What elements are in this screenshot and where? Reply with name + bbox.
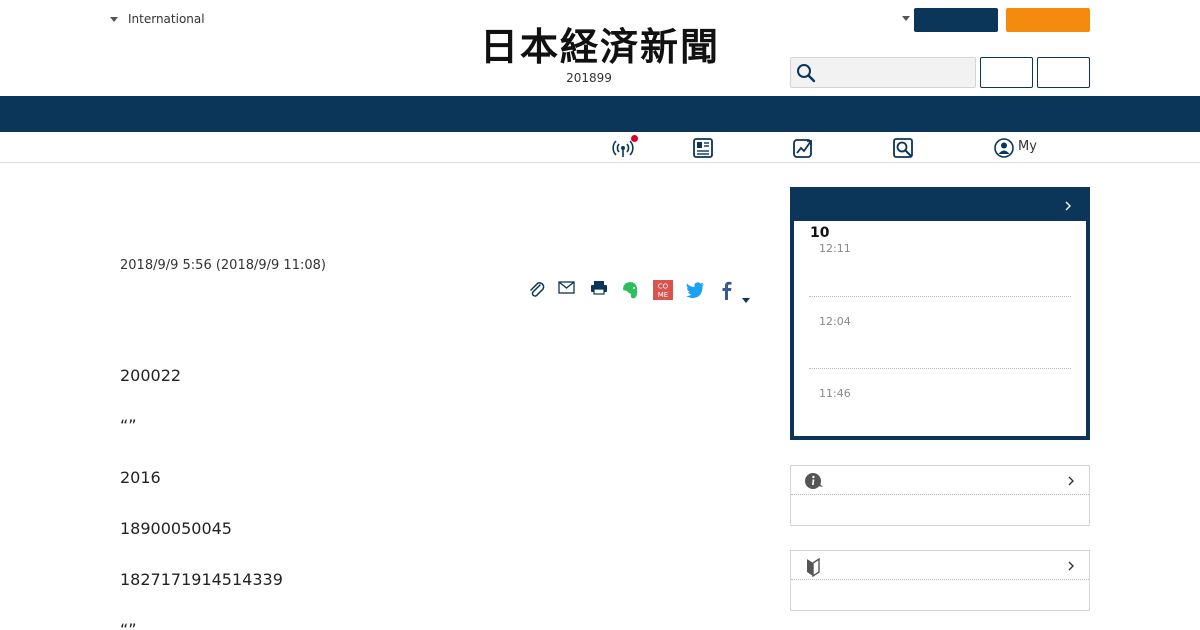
article-paragraph: 200022	[120, 366, 182, 385]
search-icon[interactable]	[892, 137, 914, 159]
user-icon[interactable]	[993, 137, 1015, 159]
news-list-item[interactable]	[809, 369, 1071, 429]
site-logo[interactable]: 日本経済新聞	[450, 26, 750, 68]
article-paragraph: “”	[120, 416, 137, 435]
beginner-guide-panel	[790, 550, 1090, 611]
latest-news-header[interactable]	[794, 191, 1086, 221]
edition-label: International	[128, 12, 205, 26]
evernote-icon[interactable]	[620, 279, 642, 301]
come-icon[interactable]: CO ME	[652, 279, 674, 301]
article-timestamp: 2018/9/9 5:56 (2018/9/9 11:08)	[120, 258, 326, 273]
chevron-down-icon[interactable]	[902, 16, 910, 21]
print-icon[interactable]	[588, 279, 610, 301]
clip-icon[interactable]	[526, 279, 548, 301]
article-paragraph: 2016	[120, 468, 161, 487]
twitter-icon[interactable]	[684, 279, 706, 301]
advanced-search-button[interactable]	[1037, 57, 1090, 88]
site-header: International 日本経済新聞 201899	[0, 0, 1200, 96]
news-list-item[interactable]	[809, 297, 1071, 369]
latest-news-panel: 10 12:11 12:04 11:46	[790, 187, 1090, 440]
mail-icon[interactable]	[556, 279, 578, 301]
beginner-mark-icon	[807, 557, 820, 577]
search-submit-button[interactable]	[980, 57, 1033, 88]
my-page-link[interactable]: My	[1018, 139, 1037, 154]
info-panel-header[interactable]	[791, 466, 1089, 495]
edition-selector[interactable]: International	[110, 12, 205, 26]
chevron-right-icon	[1068, 476, 1074, 486]
facebook-icon[interactable]	[716, 279, 738, 301]
live-broadcast-icon[interactable]	[612, 135, 638, 159]
search-icon	[797, 64, 816, 83]
login-button[interactable]	[914, 8, 998, 32]
info-panel	[790, 465, 1090, 526]
subscribe-button[interactable]	[1006, 8, 1090, 32]
beginner-guide-header[interactable]	[791, 551, 1089, 580]
news-list-item[interactable]	[809, 229, 1071, 297]
chevron-right-icon	[1065, 201, 1071, 211]
article-paragraph: “”	[120, 620, 137, 630]
search-input[interactable]	[790, 57, 976, 88]
more-caret-icon[interactable]	[742, 288, 764, 310]
come-label-bottom: ME	[658, 291, 668, 299]
article-paragraph: 18900050045	[120, 519, 232, 538]
info-icon	[805, 473, 823, 489]
market-chart-icon[interactable]	[792, 137, 814, 159]
live-indicator-dot	[631, 135, 638, 142]
chevron-down-icon	[110, 16, 118, 22]
main-navigation-bar	[0, 96, 1200, 132]
header-date: 201899	[566, 71, 612, 85]
chevron-right-icon	[1068, 561, 1074, 571]
article-paragraph: 1827171914514339	[120, 570, 283, 589]
come-label-top: CO	[658, 283, 669, 291]
paper-edition-icon[interactable]	[692, 137, 714, 159]
